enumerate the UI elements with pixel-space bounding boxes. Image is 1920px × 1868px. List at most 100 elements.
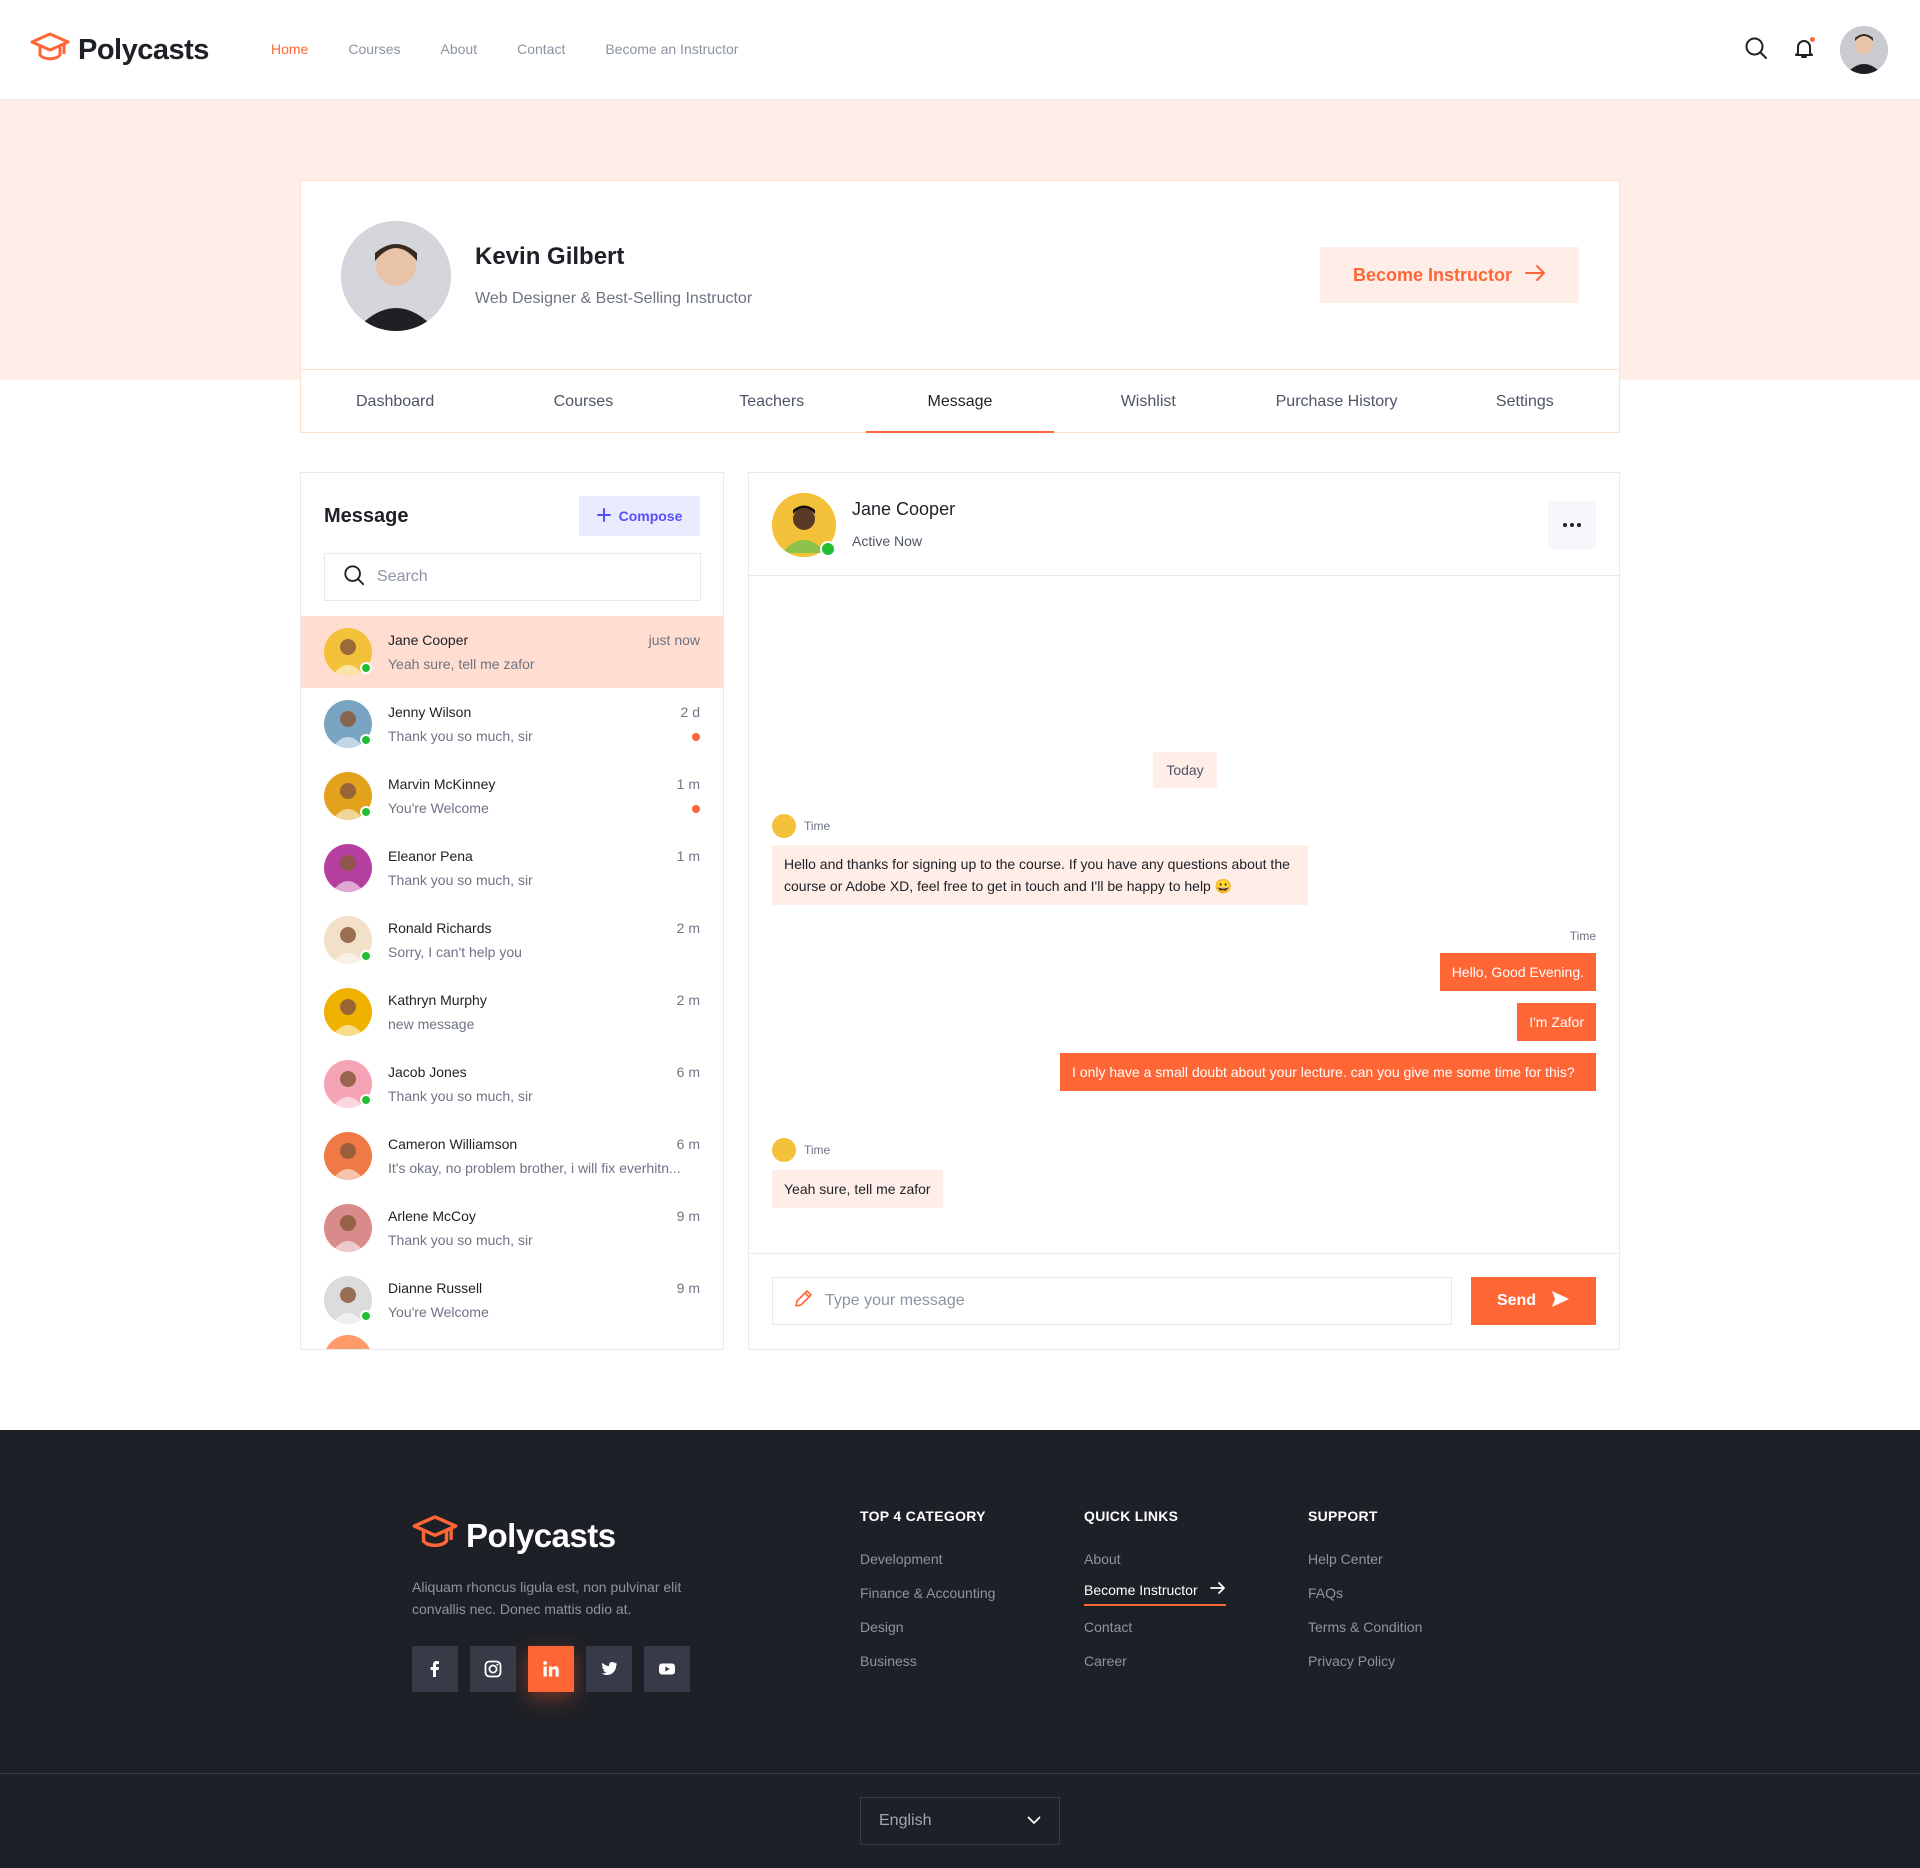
linkedin-icon[interactable] [528,1646,574,1692]
nav-home[interactable]: Home [271,41,308,57]
conversation-info: Dianne Russell 9 m You're Welcome [388,1280,723,1320]
search-input[interactable] [377,568,677,586]
avatar [324,844,372,892]
search-icon [343,564,365,591]
footer-link[interactable]: FAQs [1308,1576,1422,1610]
tab-settings[interactable]: Settings [1431,370,1619,433]
footer-logo[interactable]: Polycasts [412,1512,616,1559]
footer-link[interactable]: About [1084,1542,1226,1576]
compose-button[interactable]: Compose [579,496,700,536]
conversation-item[interactable]: Ronald Richards 2 m Sorry, I can't help yo… [301,904,723,976]
conversation-item[interactable]: Jane Cooper just now Yeah sure, tell me za… [301,616,723,688]
search-icon[interactable] [1744,36,1768,65]
chat-composer: Send [749,1253,1619,1349]
footer-link[interactable]: Development [860,1542,995,1576]
message-time: Time [804,1143,831,1157]
notification-dot [1809,35,1816,43]
conversation-item[interactable]: Dianne Russell 9 m You're Welcome [301,1264,723,1336]
tab-purchase-history[interactable]: Purchase History [1242,370,1430,433]
message-input[interactable] [825,1292,1425,1310]
footer-link[interactable]: Career [1084,1644,1226,1678]
nav-contact[interactable]: Contact [517,41,565,57]
conversation-header: Arlene McCoy 9 m [388,1208,700,1224]
avatar [324,628,372,676]
contact-name: Eleanor Pena [388,848,473,864]
contact-name: Jenny Wilson [388,704,472,720]
profile-card: Kevin Gilbert Web Designer & Best-Sellin… [300,180,1620,433]
incoming-message: Hello and thanks for signing up to the c… [772,845,1308,905]
message-preview: new message [388,1016,475,1032]
footer-link[interactable]: Privacy Policy [1308,1644,1422,1678]
tab-courses[interactable]: Courses [489,370,677,433]
message-time: just now [648,632,700,648]
footer-link[interactable]: Terms & Condition [1308,1610,1422,1644]
conversation-item[interactable]: Eleanor Pena 1 m Thank you so much, sir [301,832,723,904]
profile-avatar [341,221,451,331]
profile-name: Kevin Gilbert [475,243,625,270]
message-preview: It's okay, no problem brother, i will fi… [388,1160,681,1176]
avatar [324,1276,372,1324]
message-time: 6 m [676,1136,700,1152]
bell-icon[interactable] [1792,35,1816,65]
conversation-item[interactable]: Arlene McCoy 9 m Thank you so much, sir [301,1192,723,1264]
facebook-icon[interactable] [412,1646,458,1692]
message-time: 9 m [676,1208,700,1224]
conversation-info: Marvin McKinney 1 m You're Welcome [388,776,723,816]
conversation-item[interactable]: Cameron Williamson 6 m It's okay, no probl… [301,1120,723,1192]
send-icon [1550,1289,1570,1314]
instagram-icon[interactable] [470,1646,516,1692]
message-preview: Thank you so much, sir [388,1088,533,1104]
nav-courses[interactable]: Courses [348,41,400,57]
chat-panel: Jane Cooper Active Now Today Time Hello … [748,472,1620,1350]
conversation-info: Jacob Jones 6 m Thank you so much, sir [388,1064,723,1104]
conversation-item[interactable]: Jacob Jones 6 m Thank you so much, sir [301,1048,723,1120]
avatar [324,916,372,964]
chevron-down-icon [1027,1812,1041,1830]
conversation-header: Kathryn Murphy 2 m [388,992,700,1008]
conversation-header: Jenny Wilson 2 d [388,704,700,720]
contact-name: Cameron Williamson [388,1136,518,1152]
conversation-item[interactable]: Kathryn Murphy 2 m new message [301,976,723,1048]
footer-link[interactable]: Design [860,1610,995,1644]
tab-wishlist[interactable]: Wishlist [1054,370,1242,433]
footer-column-support: SUPPORT Help Center FAQs Terms & Conditi… [1308,1508,1422,1678]
tab-teachers[interactable]: Teachers [678,370,866,433]
message-preview: You're Welcome [388,800,489,816]
send-button[interactable]: Send [1471,1277,1596,1325]
conversation-info: Eleanor Pena 1 m Thank you so much, sir [388,848,723,888]
footer-link[interactable]: Contact [1084,1610,1226,1644]
unread-indicator [692,733,700,741]
footer-link[interactable]: Help Center [1308,1542,1422,1576]
logo[interactable]: Polycasts [30,30,209,71]
twitter-icon[interactable] [586,1646,632,1692]
tab-dashboard[interactable]: Dashboard [301,370,489,433]
footer-link[interactable]: Business [860,1644,995,1678]
footer-link[interactable]: Finance & Accounting [860,1576,995,1610]
user-avatar[interactable] [1840,26,1888,74]
message-time: Time [1569,929,1596,943]
nav-about[interactable]: About [441,41,478,57]
conversation-item[interactable]: Jenny Wilson 2 d Thank you so much, sir [301,688,723,760]
message-time: Time [804,819,831,833]
contact-name: Ronald Richards [388,920,492,936]
conversation-header: Dianne Russell 9 m [388,1280,700,1296]
send-label: Send [1496,1292,1537,1309]
nav-become-instructor[interactable]: Become an Instructor [605,41,738,57]
message-search [324,553,701,601]
conversation-item[interactable]: Marvin McKinney 1 m You're Welcome [301,760,723,832]
avatar [324,1335,372,1349]
language-select[interactable]: English [860,1797,1060,1845]
conversation-header: Jacob Jones 6 m [388,1064,700,1080]
dot-icon [1577,523,1581,527]
youtube-icon[interactable] [644,1646,690,1692]
tab-message[interactable]: Message [865,370,1055,433]
conversation-header: Jane Cooper just now [388,632,700,648]
more-options-button[interactable] [1548,501,1596,549]
arrow-right-icon [1524,264,1546,287]
contact-name: Marvin McKinney [388,776,496,792]
footer-link-become-instructor[interactable]: Become Instructor [1084,1576,1226,1606]
chat-contact-name: Jane Cooper [852,499,956,519]
conversation-info: Jenny Wilson 2 d Thank you so much, sir [388,704,723,744]
day-divider: Today [1153,752,1217,788]
become-instructor-button[interactable]: Become Instructor [1320,247,1579,303]
